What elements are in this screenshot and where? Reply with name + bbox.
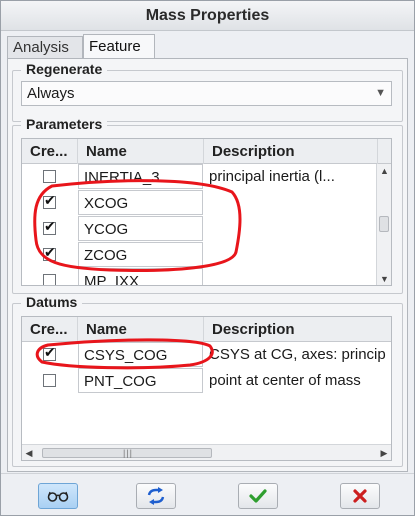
create-checkbox[interactable] (43, 345, 56, 361)
regenerate-selected-value: Always (27, 85, 75, 102)
table-row[interactable]: YCOG (22, 216, 391, 241)
table-row[interactable]: INERTIA_3 principal inertia (l... (22, 164, 391, 189)
regenerate-dropdown[interactable]: Always ▼ (21, 81, 392, 106)
datums-table-header: Cre... Name Description (22, 317, 391, 342)
parameter-description-cell (209, 268, 373, 285)
dialog-button-bar (1, 473, 414, 515)
parameters-group: Parameters Cre... Name Description INERT… (12, 116, 403, 294)
column-header-create[interactable]: Cre... (22, 317, 78, 342)
table-row[interactable]: PNT_COG point at center of mass (22, 368, 391, 393)
create-checkbox[interactable] (43, 193, 56, 209)
parameter-description-cell (209, 242, 373, 267)
ok-checkmark-icon (249, 489, 267, 503)
table-row[interactable]: XCOG (22, 190, 391, 215)
cancel-button[interactable] (340, 483, 380, 509)
scroll-right-arrow-icon[interactable]: ▶ (377, 445, 391, 460)
column-header-name[interactable]: Name (78, 317, 204, 342)
parameters-table-header: Cre... Name Description (22, 139, 391, 164)
mass-properties-dialog: Mass Properties Analysis Feature Regener… (0, 0, 415, 516)
table-row[interactable]: CSYS_COG CSYS at CG, axes: princip (22, 342, 391, 367)
parameter-description-cell (209, 190, 373, 215)
parameter-description-cell (209, 216, 373, 241)
cancel-x-icon (353, 489, 367, 503)
window-title: Mass Properties (1, 1, 414, 31)
regenerate-button[interactable] (136, 483, 176, 509)
column-header-create[interactable]: Cre... (22, 139, 78, 164)
create-checkbox[interactable] (43, 374, 56, 387)
datums-group-title: Datums (21, 294, 83, 310)
regenerate-group-title: Regenerate (21, 61, 108, 77)
parameter-name-cell[interactable]: XCOG (78, 190, 203, 215)
datum-name-cell[interactable]: PNT_COG (78, 368, 203, 393)
column-header-name[interactable]: Name (78, 139, 204, 164)
create-checkbox[interactable] (43, 219, 56, 235)
parameter-name-cell[interactable]: YCOG (78, 216, 203, 241)
column-header-description[interactable]: Description (204, 139, 378, 164)
parameter-name-cell[interactable]: INERTIA_3 (78, 164, 203, 189)
regenerate-group: Regenerate Always ▼ (12, 61, 403, 122)
chevron-down-icon[interactable]: ▼ (375, 82, 386, 105)
parameter-description-cell: principal inertia (l... (209, 168, 335, 185)
datum-name-cell[interactable]: CSYS_COG (78, 342, 203, 367)
datums-group: Datums Cre... Name Description CSYS_COG … (12, 294, 403, 467)
parameters-group-title: Parameters (21, 116, 108, 132)
scroll-left-arrow-icon[interactable]: ◀ (22, 445, 36, 460)
parameter-name-cell[interactable]: ZCOG (78, 242, 203, 267)
ok-button[interactable] (238, 483, 278, 509)
preview-button[interactable] (38, 483, 78, 509)
datum-description-cell: point at center of mass (209, 372, 361, 389)
glasses-icon (47, 491, 69, 502)
create-checkbox[interactable] (43, 274, 56, 285)
tab-feature[interactable]: Feature (83, 34, 155, 59)
parameter-name-cell[interactable]: MP_IXX (78, 268, 203, 285)
table-row[interactable]: MP_IXX (22, 268, 391, 285)
create-checkbox[interactable] (43, 170, 56, 183)
feature-tab-panel: Regenerate Always ▼ Parameters Cre... Na… (7, 58, 408, 472)
parameters-table: Cre... Name Description INERTIA_3 princi… (21, 138, 392, 286)
scroll-up-arrow-icon[interactable]: ▲ (377, 164, 391, 179)
datums-horizontal-scrollbar[interactable]: ◀ ||| ▶ (22, 444, 391, 460)
create-checkbox[interactable] (43, 245, 56, 261)
column-header-description[interactable]: Description (204, 317, 391, 342)
table-row[interactable]: ZCOG (22, 242, 391, 267)
scrollbar-thumb[interactable]: ||| (42, 448, 212, 458)
scroll-down-arrow-icon[interactable]: ▼ (377, 272, 391, 285)
scrollbar-thumb[interactable] (379, 216, 389, 232)
parameters-vertical-scrollbar[interactable]: ▲ ▼ (376, 164, 391, 285)
datum-description-cell: CSYS at CG, axes: princip (209, 346, 386, 363)
tab-analysis[interactable]: Analysis (7, 36, 83, 59)
regenerate-icon (147, 487, 165, 505)
datums-table: Cre... Name Description CSYS_COG CSYS at… (21, 316, 392, 461)
